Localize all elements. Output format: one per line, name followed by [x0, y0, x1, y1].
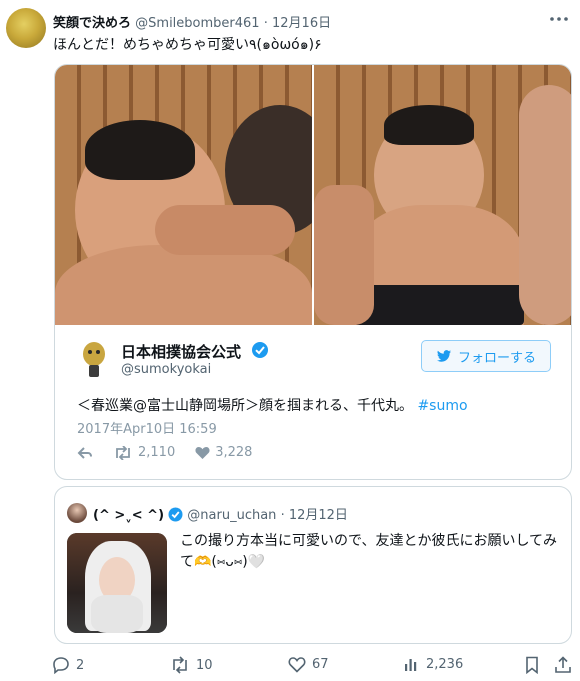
quote-header: (^ >ˬ< ^) @naru_uchan · 12月12日 [93, 504, 348, 523]
more-icon [550, 17, 568, 21]
bookmark-icon [526, 656, 538, 674]
verified-icon [252, 342, 268, 358]
author-avatar[interactable] [6, 8, 46, 48]
like-heart-icon [288, 657, 306, 673]
like-count: 67 [312, 657, 329, 672]
embedded-reply-button[interactable] [77, 446, 93, 460]
embedded-like-count: 3,228 [215, 445, 253, 460]
reply-button[interactable]: 2 [52, 656, 84, 674]
reply-icon [53, 657, 69, 674]
heart-icon [195, 446, 210, 459]
bookmark-button[interactable] [524, 656, 540, 674]
like-button[interactable]: 67 [288, 656, 329, 673]
quote-tweet[interactable]: (^ >ˬ< ^) @naru_uchan · 12月12日 この撮り方本当に可… [54, 486, 572, 644]
repost-icon [173, 656, 187, 674]
reply-count: 2 [76, 657, 85, 673]
org-logo-icon[interactable] [81, 341, 107, 379]
share-icon [555, 656, 571, 673]
author-handle[interactable]: @Smilebomber461 [135, 16, 259, 31]
org-display-name[interactable]: 日本相撲協会公式 [121, 341, 241, 362]
tweet-action-bar: 2 10 67 2,236 [52, 656, 572, 676]
views-count: 2,236 [426, 656, 464, 672]
quote-verified-icon [168, 507, 183, 522]
embedded-text-main: ＜春巡業@富士山静岡場所＞顔を掴まれる、千代丸。 [77, 398, 413, 414]
embedded-retweet-button[interactable]: 2,110 [113, 445, 175, 460]
tweet-text: ほんとだ！めちゃめちゃ可愛い٩(๑òωó๑)۶ [53, 37, 322, 53]
embedded-tweet-card[interactable]: 日本相撲協会公式 @sumokyokai フォローする ＜春巡業@富士山静岡場所… [54, 64, 572, 480]
share-button[interactable] [554, 656, 572, 674]
author-display-name[interactable]: 笑顔で決めろ [53, 16, 131, 31]
tweet-header: 笑顔で決めろ @Smilebomber461 · 12月16日 [53, 12, 331, 31]
embedded-photo-right[interactable] [314, 65, 571, 325]
quote-display-name[interactable]: (^ >ˬ< ^) [93, 508, 164, 523]
embedded-photo-left[interactable] [55, 65, 312, 325]
follow-label: フォローする [457, 350, 536, 366]
repost-button[interactable]: 10 [170, 656, 213, 674]
embedded-timestamp[interactable]: 2017年Apr10日 16:59 [77, 418, 217, 437]
embedded-like-button[interactable]: 3,228 [195, 445, 252, 460]
reply-arrow-icon [77, 446, 92, 459]
embedded-retweet-count: 2,110 [138, 445, 176, 460]
tweet-date[interactable]: 12月16日 [272, 16, 331, 31]
quote-separator: · [280, 508, 285, 523]
quote-handle[interactable]: @naru_uchan [187, 508, 276, 523]
hashtag-link[interactable]: #sumo [417, 398, 467, 414]
views-button[interactable]: 2,236 [404, 656, 463, 672]
retweet-icon [116, 445, 130, 460]
quote-thumbnail-image[interactable] [67, 533, 167, 633]
quote-date[interactable]: 12月12日 [289, 508, 348, 523]
quote-text: この撮り方本当に可愛いので、友達とか彼氏にお願いしてみて🫶(⑅ᴗ⑅)🤍 [180, 533, 558, 570]
quote-author-avatar[interactable] [67, 503, 87, 523]
more-button[interactable] [547, 8, 571, 30]
twitter-bird-icon [436, 350, 451, 362]
views-icon [405, 659, 417, 671]
follow-button[interactable]: フォローする [421, 340, 551, 372]
org-handle[interactable]: @sumokyokai [121, 362, 211, 377]
repost-count: 10 [196, 657, 213, 673]
embedded-actions: 2,110 3,228 [77, 445, 272, 460]
embedded-tweet-text: ＜春巡業@富士山静岡場所＞顔を掴まれる、千代丸。 #sumo [77, 395, 468, 415]
separator-dot: · [263, 16, 268, 31]
